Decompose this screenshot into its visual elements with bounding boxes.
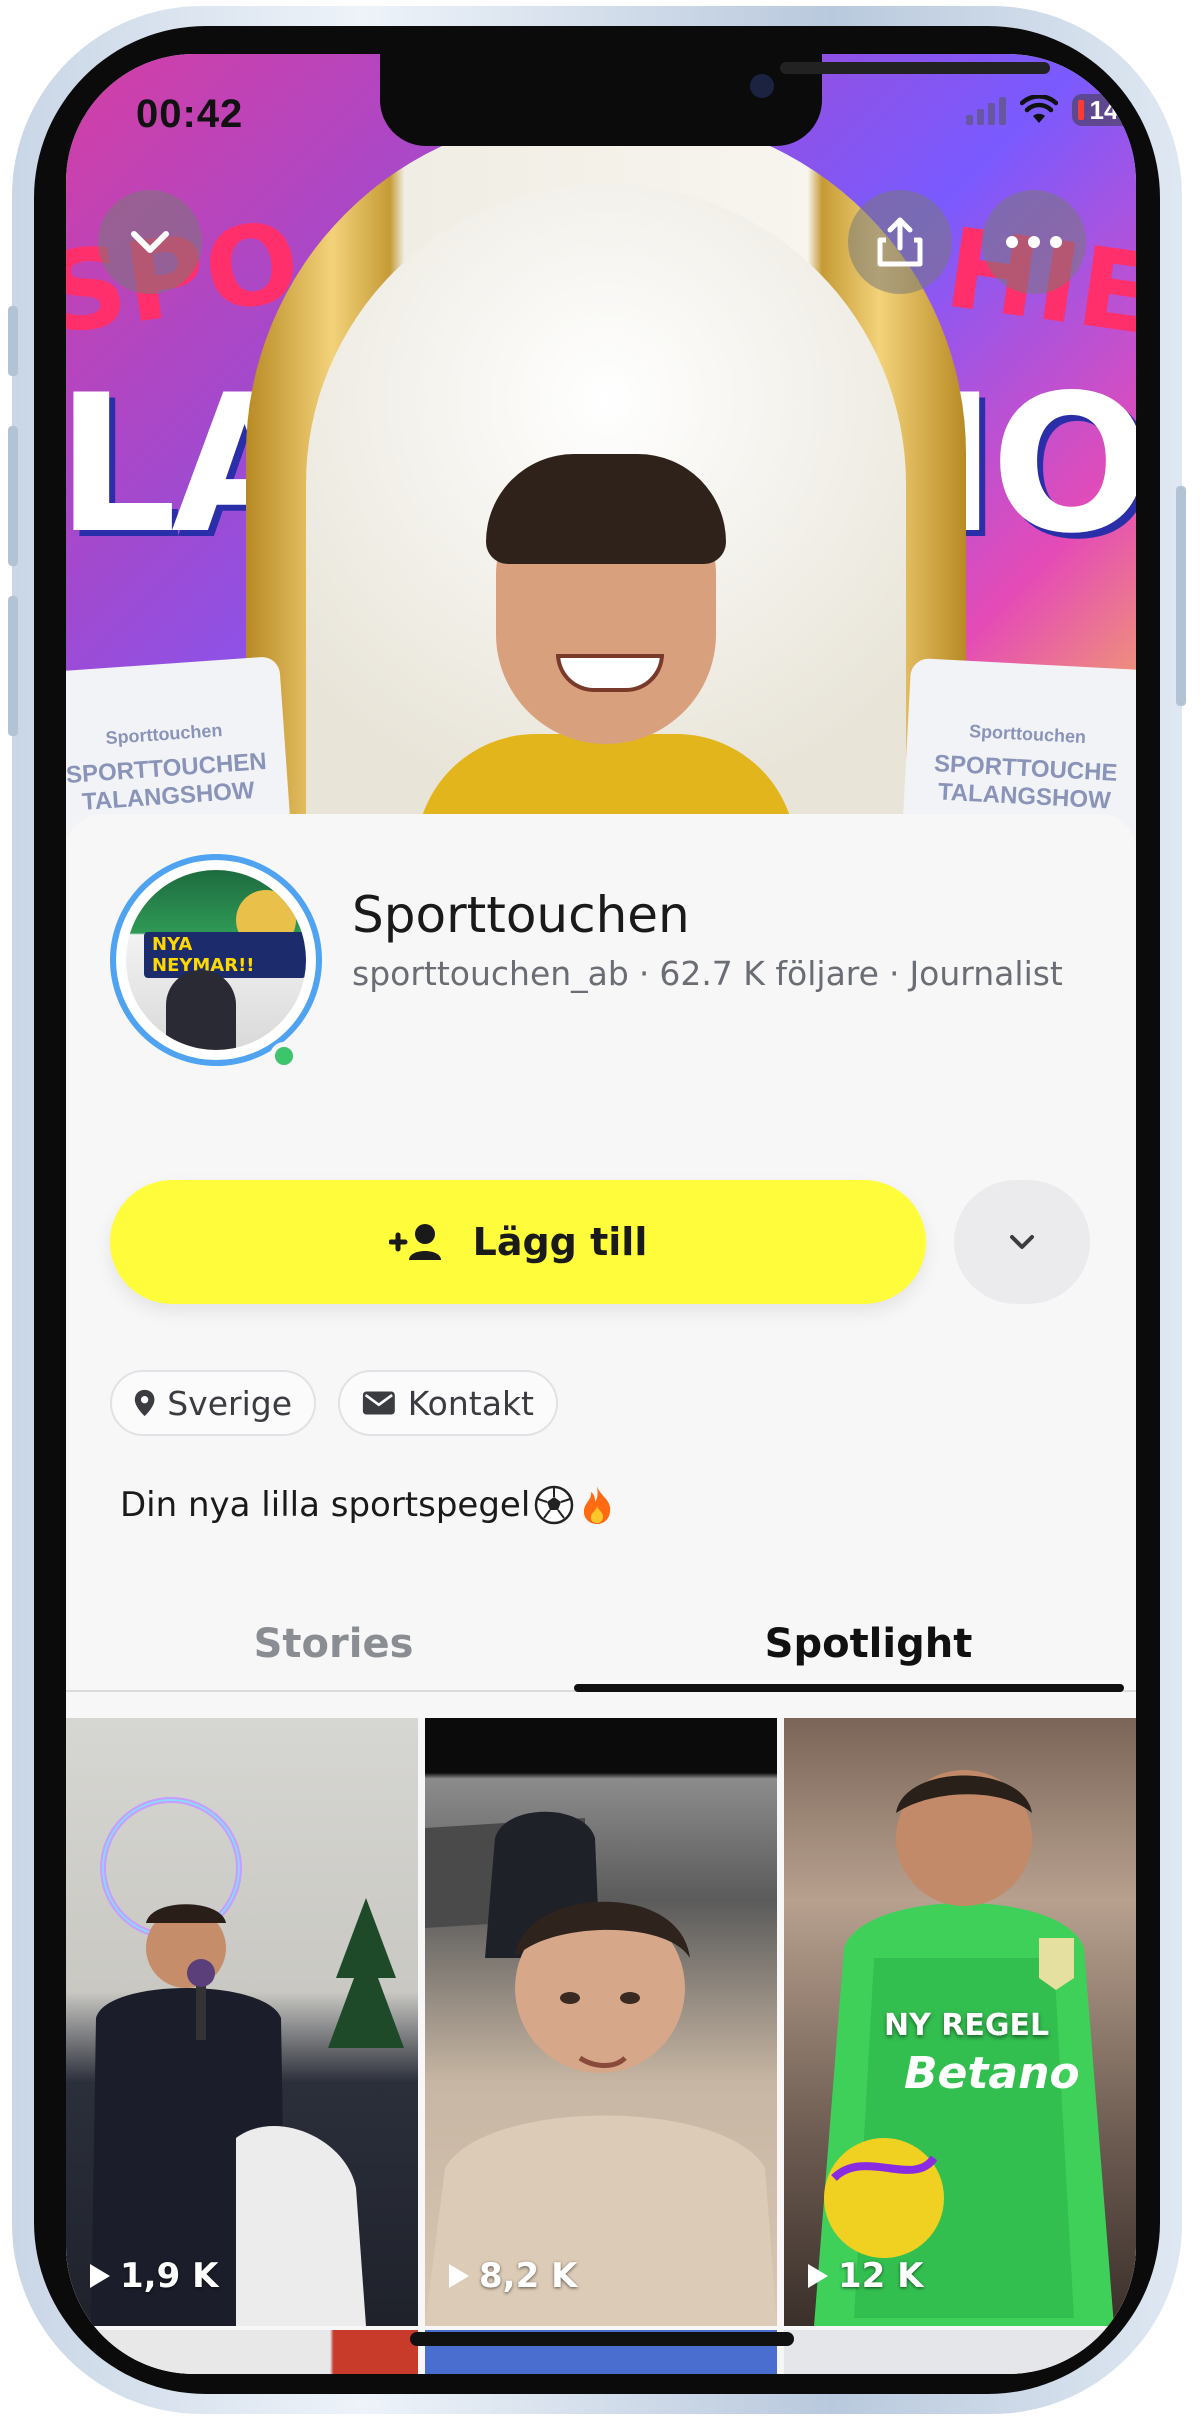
battery-icon: 14 <box>1072 94 1136 126</box>
chevron-down-icon <box>1010 1235 1034 1249</box>
spotlight-tile[interactable] <box>66 2330 418 2374</box>
volume-up-button <box>8 426 18 566</box>
speaker-grille <box>780 62 1050 74</box>
online-status-badge <box>270 1042 298 1070</box>
screen: SPO HIEN LA IO Sporttouchen SPORTTOUCHEN… <box>66 54 1136 2374</box>
expand-options-button[interactable] <box>954 1180 1090 1304</box>
add-person-icon <box>388 1224 441 1260</box>
ellipsis-icon <box>1006 236 1062 248</box>
views-count: 1,9 K <box>90 2256 218 2296</box>
spotlight-tile[interactable]: NY REGEL Betano 12 K <box>784 1718 1136 2326</box>
profile-meta: sporttouchen_ab · 62.7 K följare · Journalis… <box>352 954 1063 993</box>
tab-stories[interactable]: Stories <box>66 1594 601 1694</box>
spotlight-tile[interactable] <box>784 2330 1136 2374</box>
views-count: 12 K <box>808 2256 924 2296</box>
avatar: NYA NEYMAR!! <box>126 870 306 1050</box>
signal-icon <box>966 95 1006 125</box>
views-label: 1,9 K <box>120 2256 219 2296</box>
profile-card: NYA NEYMAR!! Sporttouchen sporttouchen_a… <box>66 814 1136 2374</box>
sign-left-logo: Sporttouchen <box>104 720 223 749</box>
share-button[interactable] <box>848 190 952 294</box>
profile-bio: Din nya lilla sportspegel <box>120 1484 616 1526</box>
bio-text: Din nya lilla sportspegel <box>120 1485 531 1525</box>
location-chip[interactable]: Sverige <box>110 1370 316 1436</box>
home-indicator[interactable] <box>410 2332 794 2346</box>
banner-person <box>416 454 796 844</box>
tab-spotlight[interactable]: Spotlight <box>601 1594 1136 1694</box>
meta-separator: · <box>638 954 650 993</box>
avatar-figure <box>166 970 236 1050</box>
active-tab-indicator <box>574 1684 1124 1692</box>
profile-banner-image: SPO HIEN LA IO Sporttouchen SPORTTOUCHEN… <box>66 54 1136 844</box>
status-indicators: 14 <box>966 94 1136 126</box>
wifi-icon <box>1020 95 1058 123</box>
spotlight-tile[interactable]: 8,2 K <box>425 1718 777 2326</box>
profile-followers: 62.7 K följare <box>659 954 879 993</box>
collapse-button[interactable] <box>98 190 202 294</box>
add-friend-button[interactable]: Lägg till <box>110 1180 926 1304</box>
status-time: 00:42 <box>136 92 244 136</box>
views-label: 12 K <box>838 2256 924 2296</box>
chevron-down-icon <box>131 231 169 253</box>
notch <box>380 54 1050 146</box>
profile-category: Journalist <box>909 954 1063 993</box>
more-options-button[interactable] <box>982 190 1086 294</box>
profile-tabs: Stories Spotlight <box>66 1594 1136 1694</box>
play-icon <box>90 2264 110 2288</box>
power-button <box>1176 486 1186 706</box>
front-camera <box>750 74 774 98</box>
add-friend-label: Lägg till <box>472 1220 648 1264</box>
play-icon <box>808 2264 828 2288</box>
contact-chip-label: Kontakt <box>407 1383 534 1423</box>
avatar-caption: NYA NEYMAR!! <box>144 932 306 978</box>
location-pin-icon <box>134 1389 155 1417</box>
avatar-story-ring[interactable]: NYA NEYMAR!! <box>110 854 322 1066</box>
profile-name: Sporttouchen <box>352 886 690 944</box>
mail-icon <box>362 1391 395 1415</box>
sign-left-text: SPORTTOUCHEN TALANGSHOW <box>66 748 268 816</box>
meta-separator: · <box>888 954 900 993</box>
mute-switch <box>8 306 18 376</box>
tile-thumbnail <box>91 1797 404 2326</box>
profile-username: sporttouchen_ab <box>352 954 629 993</box>
views-label: 8,2 K <box>479 2256 578 2296</box>
volume-down-button <box>8 596 18 736</box>
spotlight-grid: 1,9 K 8,2 K NY REGEL Betano 12 K <box>66 1718 1136 2374</box>
tile-thumbnail <box>425 1811 777 2326</box>
contact-chip[interactable]: Kontakt <box>338 1370 558 1436</box>
play-icon <box>449 2264 469 2288</box>
location-chip-label: Sverige <box>167 1383 292 1423</box>
fire-icon <box>584 1486 611 1524</box>
soccer-ball-icon <box>535 1485 574 1525</box>
sign-right-text: SPORTTOUCHE TALANGSHOW <box>933 750 1119 815</box>
tile-sponsor-text: Betano <box>904 2048 1080 2099</box>
spotlight-tile[interactable]: 1,9 K <box>66 1718 418 2326</box>
share-icon <box>877 217 923 267</box>
sign-right-logo: Sporttouchen <box>968 720 1087 748</box>
tile-overlay-text: NY REGEL <box>884 2008 1050 2043</box>
views-count: 8,2 K <box>449 2256 577 2296</box>
person-hair <box>486 454 726 564</box>
